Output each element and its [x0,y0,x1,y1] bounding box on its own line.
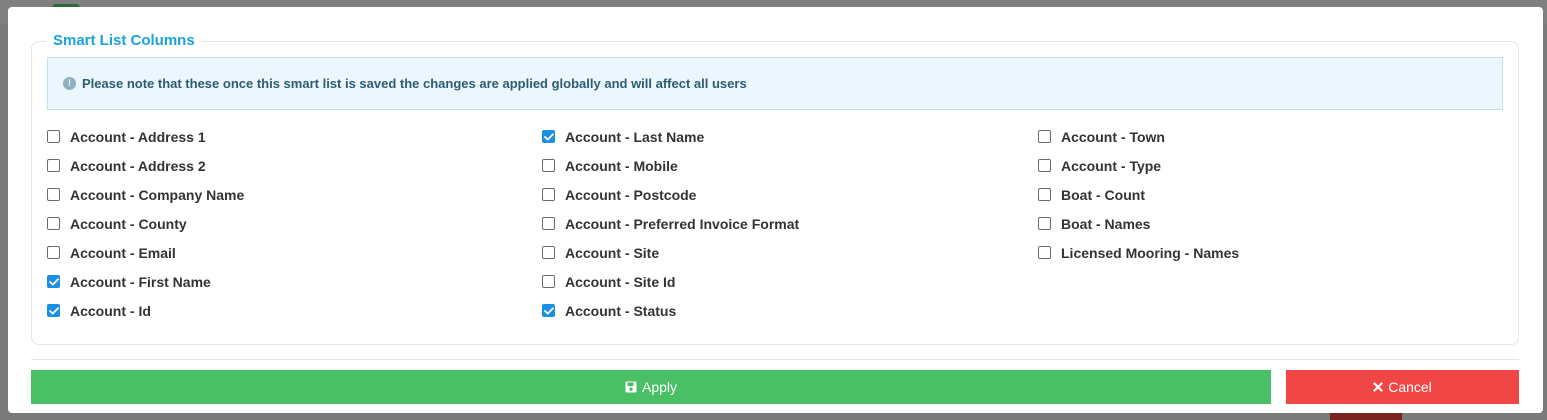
info-icon: ! [63,77,76,90]
checkbox[interactable] [1038,159,1051,172]
column-option[interactable]: Account - Postcode [542,180,799,209]
checkbox[interactable] [542,159,555,172]
column-list-1: Account - Address 1 Account - Address 2 Ac… [47,122,244,325]
column-option-label: Account - Email [70,244,176,261]
column-option[interactable]: Account - Mobile [542,151,799,180]
checkbox-checked[interactable] [47,304,60,317]
column-list-3: Account - Town Account - Type Boat - Count… [1038,122,1239,267]
checkbox[interactable] [47,217,60,230]
checkbox[interactable] [542,275,555,288]
apply-button[interactable]: Apply [31,370,1271,404]
column-option[interactable]: Account - Status [542,296,799,325]
checkbox[interactable] [542,217,555,230]
column-option-label: Account - Address 2 [70,157,206,174]
checkbox[interactable] [542,246,555,259]
checkbox-checked[interactable] [542,130,555,143]
checkbox[interactable] [47,188,60,201]
checkbox[interactable] [47,159,60,172]
fieldset-legend: Smart List Columns [46,32,202,50]
column-option-label: Account - Mobile [565,157,678,174]
column-option[interactable]: Licensed Mooring - Names [1038,238,1239,267]
column-option-label: Account - Type [1061,157,1162,174]
column-list-2: Account - Last Name Account - Mobile Accou… [542,122,799,325]
checkbox-checked[interactable] [47,275,60,288]
column-option[interactable]: Account - Address 2 [47,151,244,180]
column-option-label: Account - Preferred Invoice Format [565,215,800,232]
column-option[interactable]: Account - First Name [47,267,244,296]
column-option[interactable]: Account - Preferred Invoice Format [542,209,799,238]
column-option-label: Account - Last Name [565,128,705,145]
column-option-label: Account - Postcode [565,186,697,203]
column-option-label: Account - Company Name [70,186,245,203]
column-option-label: Account - County [70,215,187,232]
global-change-notice: ! Please note that these once this smart… [47,57,1503,110]
column-option[interactable]: Account - Address 1 [47,122,244,151]
column-option-label: Account - Site [565,244,660,261]
column-option[interactable]: Account - Type [1038,151,1239,180]
column-option-label: Account - Address 1 [70,128,206,145]
footer-divider [31,359,1519,360]
checkbox[interactable] [47,246,60,259]
close-icon [1373,382,1383,392]
column-option[interactable]: Account - Town [1038,122,1239,151]
column-option-label: Account - First Name [70,273,211,290]
column-option-label: Boat - Count [1061,186,1145,203]
checkbox[interactable] [1038,217,1051,230]
column-option-label: Account - Town [1061,128,1165,145]
column-option-label: Account - Status [565,302,677,319]
apply-label: Apply [641,379,678,395]
column-option-label: Account - Id [70,302,151,319]
checkbox[interactable] [1038,246,1051,259]
column-option[interactable]: Account - County [47,209,244,238]
column-option-label: Boat - Names [1061,215,1151,232]
notice-text: Please note that these once this smart l… [82,76,747,91]
checkbox[interactable] [542,188,555,201]
column-option[interactable]: Boat - Names [1038,209,1239,238]
column-option[interactable]: Account - Company Name [47,180,244,209]
column-option[interactable]: Account - Email [47,238,244,267]
column-option-label: Licensed Mooring - Names [1061,244,1240,261]
column-option[interactable]: Account - Id [47,296,244,325]
save-icon [625,381,637,393]
checkbox[interactable] [1038,188,1051,201]
column-option[interactable]: Account - Site Id [542,267,799,296]
cancel-button[interactable]: Cancel [1286,370,1519,404]
cancel-label: Cancel [1388,379,1432,395]
column-option[interactable]: Account - Last Name [542,122,799,151]
checkbox[interactable] [1038,130,1051,143]
checkbox[interactable] [47,130,60,143]
checkbox-checked[interactable] [542,304,555,317]
column-option[interactable]: Boat - Count [1038,180,1239,209]
column-option-label: Account - Site Id [565,273,676,290]
column-option[interactable]: Account - Site [542,238,799,267]
smart-list-columns-modal: Smart List Columns ! Please note that th… [8,7,1543,413]
